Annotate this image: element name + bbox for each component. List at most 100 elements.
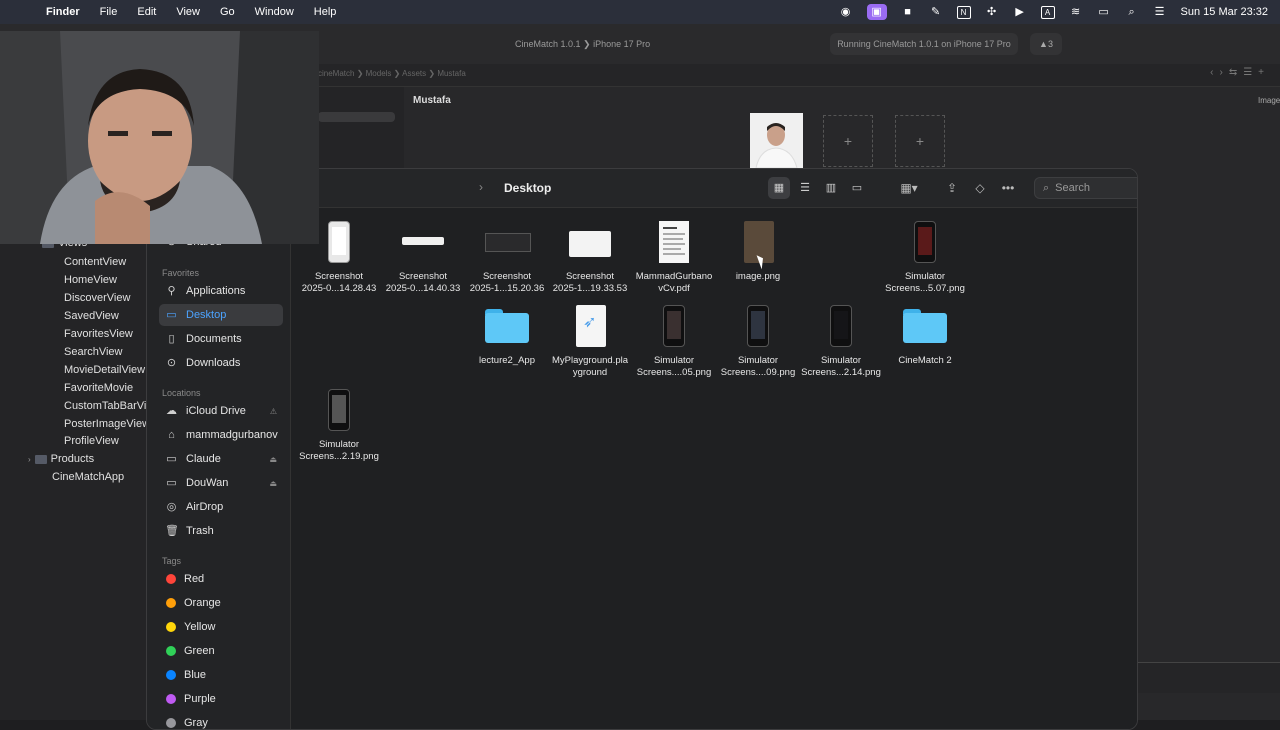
file-item[interactable]: lecture2_App: [465, 305, 549, 367]
webcam-overlay: [0, 31, 319, 244]
menu-file[interactable]: File: [90, 6, 128, 18]
swift-file-icon: [50, 436, 60, 446]
sidebar-tag-blue[interactable]: Blue: [159, 664, 283, 686]
file-item[interactable]: Screenshot 2025-1...19.33.53: [548, 221, 632, 295]
more-icon[interactable]: •••: [997, 177, 1019, 199]
input-a-icon[interactable]: A: [1040, 5, 1055, 19]
share-icon[interactable]: ⇪: [941, 177, 963, 199]
asset-slot-2x[interactable]: +: [823, 115, 873, 167]
applications-icon: ⚲: [167, 284, 176, 297]
file-item[interactable]: DiscoverView: [50, 292, 130, 304]
menu-clock[interactable]: Sun 15 Mar 23:32: [1181, 6, 1268, 18]
swift-file-icon: [50, 257, 60, 267]
file-item[interactable]: Simulator Screens...2.19.png: [297, 389, 381, 463]
menu-view[interactable]: View: [166, 6, 210, 18]
file-item[interactable]: SearchView: [50, 346, 123, 358]
sidebar-item-downloads[interactable]: ⊙ Downloads: [159, 352, 283, 374]
file-item[interactable]: Screenshot 2025-1...15.20.36: [465, 221, 549, 295]
menu-finder[interactable]: Finder: [36, 6, 90, 18]
sidebar-tag-orange[interactable]: Orange: [159, 592, 283, 614]
file-item[interactable]: ContentView: [50, 256, 126, 268]
swift-playground-icon: ➶: [576, 305, 606, 347]
control-icon[interactable]: ◉: [839, 6, 853, 18]
sidebar-item-claude[interactable]: ▭ Claude ⏏: [159, 448, 283, 470]
file-item[interactable]: FavoritesView: [50, 328, 133, 340]
xcode-scheme[interactable]: CineMatch 1.0.1 ❯ iPhone 17 Pro: [515, 39, 650, 50]
gallery-view-icon[interactable]: ▭: [846, 177, 868, 199]
file-item[interactable]: image.png: [716, 221, 800, 283]
status-area: ◉ ▣ ■ ✎ N ✣ ▶ A ≋ ▭ ⌕ ☰ Sun 15 Mar 23:32: [839, 0, 1268, 24]
screen-share-icon[interactable]: ▣: [866, 4, 887, 20]
group-by-icon[interactable]: ▦▾: [894, 177, 924, 199]
file-item[interactable]: PosterImageView: [50, 418, 150, 430]
disk-icon: ▭: [166, 452, 177, 465]
file-item[interactable]: ➶ MyPlayground.pla yground: [548, 305, 632, 379]
file-item[interactable]: Simulator Screens....05.png: [632, 305, 716, 379]
trash-icon: 🗑: [165, 524, 179, 537]
sidebar-item-home[interactable]: ⌂ mammadgurbanov: [159, 424, 283, 446]
tag-icon[interactable]: ◇: [969, 177, 991, 199]
play-icon[interactable]: ▶: [1013, 6, 1027, 18]
file-item[interactable]: CustomTabBarVi: [50, 400, 146, 412]
jump-bar-path[interactable]: cineMatch ❯ Models ❯ Assets ❯ Mustafa: [318, 69, 466, 78]
sidebar-tag-gray[interactable]: Gray: [159, 712, 283, 729]
sidebar-tag-red[interactable]: Red: [159, 568, 283, 590]
notion-icon[interactable]: N: [956, 5, 971, 19]
pen-icon[interactable]: ✎: [929, 6, 943, 18]
file-item[interactable]: CineMatch 2: [883, 305, 967, 367]
tag-dot-icon: [166, 694, 176, 704]
fan-icon[interactable]: ✣: [985, 6, 999, 18]
menu-help[interactable]: Help: [304, 6, 347, 18]
sidebar-item-applications[interactable]: ⚲ Applications: [159, 280, 283, 302]
camera-icon[interactable]: ■: [901, 6, 915, 18]
window-title: Desktop: [504, 181, 552, 195]
editor-controls[interactable]: ‹›⇆☰+: [1210, 67, 1270, 78]
icon-view-icon[interactable]: ▦: [768, 177, 790, 199]
file-item[interactable]: FavoriteMovie: [50, 382, 133, 394]
wifi-icon[interactable]: ≋: [1069, 6, 1083, 18]
xcode-warnings[interactable]: ▲3: [1030, 33, 1062, 55]
sidebar-item-documents[interactable]: ▯ Documents: [159, 328, 283, 350]
file-item[interactable]: ProfileView: [50, 435, 119, 447]
menu-go[interactable]: Go: [210, 6, 245, 18]
eject-icon[interactable]: ⏏: [269, 455, 277, 464]
sidebar-tag-green[interactable]: Green: [159, 640, 283, 662]
search-icon[interactable]: ⌕: [1125, 6, 1139, 18]
swift-file-icon: [50, 311, 60, 321]
file-item[interactable]: Simulator Screens....09.png: [716, 305, 800, 379]
asset-image-1x[interactable]: [750, 113, 803, 168]
sidebar-item-trash[interactable]: 🗑 Trash: [159, 520, 283, 542]
search-icon: ⌕: [1043, 181, 1050, 194]
file-item[interactable]: MovieDetailView: [50, 364, 145, 376]
control-center-icon[interactable]: ☰: [1153, 6, 1167, 18]
search-field[interactable]: ⌕ Search: [1034, 177, 1137, 199]
forward-chevron-icon[interactable]: ›: [479, 180, 483, 194]
sidebar-item-desktop[interactable]: ▭ Desktop: [159, 304, 283, 326]
column-view-icon[interactable]: ▥: [820, 177, 842, 199]
file-item[interactable]: MammadGurbano vCv.pdf: [632, 221, 716, 295]
eject-icon[interactable]: ⏏: [269, 479, 277, 488]
swift-file-icon: [50, 293, 60, 303]
file-item[interactable]: Simulator Screens...5.07.png: [883, 221, 967, 295]
menu-window[interactable]: Window: [245, 6, 304, 18]
disclosure-chevron-icon[interactable]: ›: [28, 455, 31, 464]
file-item[interactable]: Simulator Screens...2.14.png: [799, 305, 883, 379]
menu-bar: Finder File Edit View Go Window Help ◉ ▣…: [0, 0, 1280, 24]
list-view-icon[interactable]: ☰: [794, 177, 816, 199]
sidebar-item-icloud[interactable]: ☁ iCloud Drive ⚠: [159, 400, 283, 422]
folder-icon: [485, 309, 529, 343]
menu-edit[interactable]: Edit: [127, 6, 166, 18]
swift-file-icon: [50, 383, 60, 393]
sidebar-item-airdrop[interactable]: ◎ AirDrop: [159, 496, 283, 518]
group-products[interactable]: › Products: [28, 453, 94, 465]
asset-slot-3x[interactable]: +: [895, 115, 945, 167]
file-item[interactable]: HomeView: [50, 274, 117, 286]
battery-icon[interactable]: ▭: [1097, 6, 1111, 18]
sidebar-tag-yellow[interactable]: Yellow: [159, 616, 283, 638]
sidebar-item-douwan[interactable]: ▭ DouWan ⏏: [159, 472, 283, 494]
tag-dot-icon: [166, 670, 176, 680]
file-item[interactable]: SavedView: [50, 310, 119, 322]
file-item[interactable]: Screenshot 2025-0...14.40.33: [381, 221, 465, 295]
sidebar-tag-purple[interactable]: Purple: [159, 688, 283, 710]
file-item[interactable]: CineMatchApp: [38, 471, 124, 483]
